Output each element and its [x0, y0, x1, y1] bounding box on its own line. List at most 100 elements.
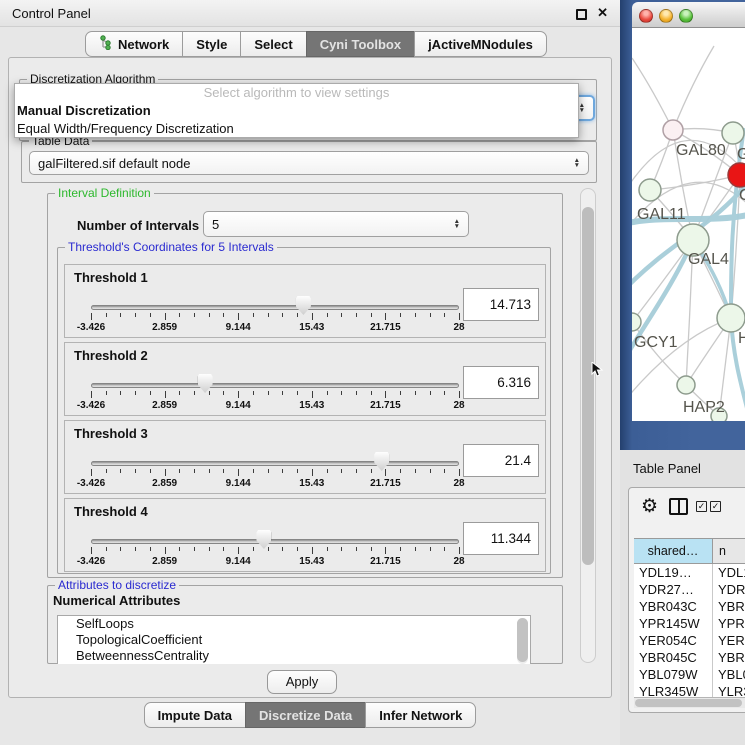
- tab-discretize-data[interactable]: Discretize Data: [245, 702, 366, 728]
- cell-name[interactable]: YDL1: [713, 564, 745, 581]
- column-header-shared[interactable]: shared…: [634, 539, 713, 563]
- slider-thumb[interactable]: [296, 296, 311, 315]
- network-window-titlebar[interactable]: [632, 2, 745, 28]
- list-item-selfloops[interactable]: SelfLoops: [58, 616, 530, 632]
- table-row[interactable]: YER054CYER0: [634, 632, 745, 649]
- numerical-attributes-list[interactable]: SelfLoopsTopologicalCoefficientBetweenne…: [57, 615, 531, 664]
- node-gcy1[interactable]: [632, 313, 641, 331]
- slider-tick: [135, 313, 136, 317]
- slider-tick: [120, 469, 121, 473]
- node-hap2[interactable]: [677, 376, 695, 394]
- tick-label: 2.859: [152, 322, 177, 333]
- columns-icon[interactable]: [669, 498, 688, 515]
- table-row[interactable]: YLR345WYLR3: [634, 683, 745, 697]
- cell-name[interactable]: YLR3: [713, 683, 745, 697]
- tab-label: Network: [118, 37, 169, 52]
- slider-tick: [341, 469, 342, 473]
- slider-track[interactable]: [91, 383, 459, 388]
- node-label-hap2: HAP2: [683, 399, 725, 416]
- network-canvas[interactable]: GAL80GCGAL11GAL4GCY1HHAP2: [632, 28, 745, 421]
- node-gal11[interactable]: [639, 179, 661, 201]
- threshold-value-field[interactable]: 11.344: [463, 522, 539, 555]
- list-item-betweennesscentrality[interactable]: BetweennessCentrality: [58, 648, 530, 664]
- slider-tick: [253, 391, 254, 395]
- threshold-value-field[interactable]: 21.4: [463, 444, 539, 477]
- slider-tick: [341, 547, 342, 551]
- cell-name[interactable]: YBR0: [713, 649, 745, 666]
- table-row[interactable]: YBR043CYBR0: [634, 598, 745, 615]
- slider-tick: [444, 391, 445, 395]
- cell-shared-name[interactable]: YBR043C: [634, 598, 713, 615]
- cell-shared-name[interactable]: YDR27…: [634, 581, 713, 598]
- dropdown-item-equal-width-frequency-discretization[interactable]: Equal Width/Frequency Discretization: [15, 120, 578, 138]
- slider-tick: [430, 547, 431, 551]
- slider-tick: [312, 313, 313, 320]
- cell-shared-name[interactable]: YLR345W: [634, 683, 713, 697]
- slider-thumb[interactable]: [374, 452, 389, 471]
- close-icon[interactable]: ✕: [597, 5, 608, 21]
- gear-icon[interactable]: ⚙: [641, 495, 658, 518]
- table-horizontal-scrollbar[interactable]: [634, 697, 745, 708]
- tab-jactivemnodules[interactable]: jActiveMNodules: [414, 31, 547, 57]
- slider-track[interactable]: [91, 305, 459, 310]
- cell-shared-name[interactable]: YPR145W: [634, 615, 713, 632]
- close-traffic-light-icon[interactable]: [639, 9, 653, 23]
- node-top-right[interactable]: [722, 122, 744, 144]
- tab-infer-network[interactable]: Infer Network: [365, 702, 476, 728]
- table-row[interactable]: YBL079WYBL0: [634, 666, 745, 683]
- slider-tick: [238, 391, 239, 398]
- cell-shared-name[interactable]: YBR045C: [634, 649, 713, 666]
- dropdown-item-manual-discretization[interactable]: Manual Discretization: [15, 102, 578, 120]
- cell-shared-name[interactable]: YBL079W: [634, 666, 713, 683]
- table-row[interactable]: YDL19…YDL1: [634, 564, 745, 581]
- tick-label: 9.144: [226, 556, 251, 567]
- node-h[interactable]: [717, 304, 745, 332]
- threshold-value-field[interactable]: 6.316: [463, 366, 539, 399]
- cell-name[interactable]: YDR2: [713, 581, 745, 598]
- table-row[interactable]: YBR045CYBR0: [634, 649, 745, 666]
- column-header-name[interactable]: n: [713, 539, 745, 563]
- slider-track[interactable]: [91, 539, 459, 544]
- slider-thumb[interactable]: [198, 374, 213, 393]
- table-data-combobox[interactable]: galFiltered.sif default node ▲▼: [29, 151, 589, 175]
- cell-shared-name[interactable]: YDL19…: [634, 564, 713, 581]
- list-item-topologicalcoefficient[interactable]: TopologicalCoefficient: [58, 632, 530, 648]
- tab-impute-data[interactable]: Impute Data: [144, 702, 246, 728]
- slider-thumb[interactable]: [256, 530, 271, 549]
- cell-name[interactable]: YBL0: [713, 666, 745, 683]
- zoom-traffic-light-icon[interactable]: [679, 9, 693, 23]
- tab-label: Cyni Toolbox: [320, 37, 401, 52]
- tick-label: -3.426: [77, 322, 105, 333]
- list-scrollbar[interactable]: [517, 618, 528, 664]
- cell-name[interactable]: YPR1: [713, 615, 745, 632]
- threshold-panel-1: Threshold 1-3.4262.8599.14415.4321.71528…: [64, 264, 546, 338]
- checkbox-icon[interactable]: ✓: [696, 501, 707, 512]
- tick-label: 21.715: [370, 556, 401, 567]
- threshold-value-field[interactable]: 14.713: [463, 288, 539, 321]
- slider-tick: [371, 391, 372, 395]
- table-row[interactable]: YPR145WYPR1: [634, 615, 745, 632]
- node-label-gal4: GAL4: [688, 251, 729, 268]
- panel-scrollbar[interactable]: [580, 188, 596, 663]
- number-of-intervals-combobox[interactable]: 5 ▲▼: [203, 211, 469, 237]
- cell-name[interactable]: YBR0: [713, 598, 745, 615]
- cell-name[interactable]: YER0: [713, 632, 745, 649]
- slider-tick: [253, 469, 254, 473]
- node-gal80[interactable]: [663, 120, 683, 140]
- apply-button[interactable]: Apply: [267, 670, 337, 694]
- slider-tick: [341, 313, 342, 317]
- tick-label: 21.715: [370, 322, 401, 333]
- minimize-traffic-light-icon[interactable]: [659, 9, 673, 23]
- slider-tick: [268, 469, 269, 473]
- tab-select[interactable]: Select: [240, 31, 306, 57]
- tick-label: 2.859: [152, 556, 177, 567]
- tab-style[interactable]: Style: [182, 31, 241, 57]
- float-window-icon[interactable]: [576, 9, 587, 20]
- tab-network[interactable]: Network: [85, 31, 183, 57]
- node-selected-red[interactable]: [728, 163, 745, 187]
- cell-shared-name[interactable]: YER054C: [634, 632, 713, 649]
- slider-track[interactable]: [91, 461, 459, 466]
- table-row[interactable]: YDR27…YDR2: [634, 581, 745, 598]
- checkbox-icon[interactable]: ✓: [710, 501, 721, 512]
- tab-cyni-toolbox[interactable]: Cyni Toolbox: [306, 31, 415, 57]
